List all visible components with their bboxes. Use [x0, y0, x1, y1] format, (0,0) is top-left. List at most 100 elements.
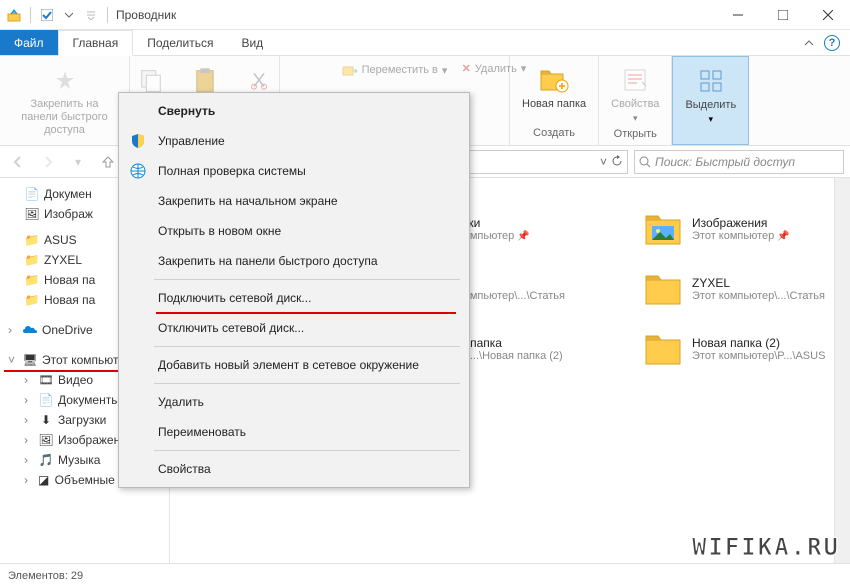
context-menu-label: Открыть в новом окне	[158, 224, 281, 238]
up-button[interactable]	[96, 150, 120, 174]
separator	[107, 7, 108, 23]
overflow-icon[interactable]	[83, 7, 99, 23]
maximize-button[interactable]	[760, 0, 805, 30]
folder-path: Этот компьютер 📌	[692, 230, 790, 242]
pin-icon	[49, 64, 81, 96]
group-label-new: Создать	[533, 127, 575, 141]
folder-icon: 📁	[24, 272, 40, 288]
shield-icon	[128, 131, 148, 151]
context-menu-item[interactable]: Свернуть	[122, 96, 466, 126]
help-icon[interactable]: ?	[824, 35, 840, 51]
item-count: Элементов: 29	[8, 570, 83, 582]
chevron-down-icon: ▾	[442, 64, 448, 77]
context-menu-item[interactable]: Удалить	[122, 387, 466, 417]
watermark: WIFIKA.RU	[692, 533, 840, 561]
status-bar: Элементов: 29	[0, 563, 850, 587]
context-menu-item[interactable]: Свойства	[122, 454, 466, 484]
ribbon-group-select: Выделить ▾	[672, 56, 749, 145]
blank-icon	[128, 355, 148, 375]
recent-dropdown[interactable]: ▾	[66, 150, 90, 174]
context-menu-item[interactable]: Полная проверка системы	[122, 156, 466, 186]
ribbon-tabs: Файл Главная Поделиться Вид ?	[0, 30, 850, 56]
blank-icon	[128, 191, 148, 211]
blank-icon	[128, 392, 148, 412]
chevron-down-icon: ▾	[709, 114, 714, 125]
refresh-icon[interactable]	[611, 155, 623, 169]
context-menu-label: Управление	[158, 134, 225, 148]
tab-view[interactable]: Вид	[227, 30, 277, 55]
context-menu-label: Закрепить на панели быстрого доступа	[158, 254, 378, 268]
context-menu-item[interactable]: Закрепить на панели быстрого доступа	[122, 246, 466, 276]
video-icon: 🎞	[38, 372, 54, 388]
context-menu-item[interactable]: Закрепить на начальном экране	[122, 186, 466, 216]
quick-access-toolbar	[0, 7, 105, 23]
blank-icon	[128, 422, 148, 442]
search-box[interactable]: Поиск: Быстрый доступ	[634, 150, 844, 174]
close-button[interactable]	[805, 0, 850, 30]
context-menu-item[interactable]: Открыть в новом окне	[122, 216, 466, 246]
context-menu-separator	[154, 346, 460, 347]
blank-icon	[128, 101, 148, 121]
ribbon-group-clipboard: Закрепить на панели быстрого доступа	[0, 56, 130, 145]
document-icon: 📄	[38, 392, 54, 408]
context-menu-item[interactable]: Подключить сетевой диск...	[122, 283, 466, 313]
computer-icon: 🖥	[22, 352, 38, 368]
search-icon	[639, 156, 651, 168]
folder-item[interactable]: Новая папка (2) Этот компьютер\P...\ASUS	[642, 328, 834, 370]
chevron-right-icon[interactable]: ›	[8, 323, 18, 337]
context-menu-label: Удалить	[158, 395, 204, 409]
context-menu-separator	[154, 383, 460, 384]
downloads-icon: ⬇	[38, 412, 54, 428]
chevron-down-icon[interactable]: ˅	[8, 353, 18, 367]
context-menu-item[interactable]: Добавить новый элемент в сетевое окружен…	[122, 350, 466, 380]
select-button[interactable]: Выделить ▾	[681, 61, 740, 129]
minimize-button[interactable]	[715, 0, 760, 30]
context-menu-label: Переименовать	[158, 425, 246, 439]
onedrive-icon	[22, 322, 38, 338]
context-menu-item[interactable]: Отключить сетевой диск...	[122, 313, 466, 343]
folder-icon: 📁	[24, 232, 40, 248]
title-bar: Проводник	[0, 0, 850, 30]
context-menu-label: Подключить сетевой диск...	[158, 291, 311, 305]
pictures-icon: 🖼	[24, 206, 40, 222]
pin-to-quick-access-button[interactable]: Закрепить на панели быстрого доступа	[8, 60, 121, 142]
move-icon	[342, 62, 358, 78]
window-controls	[715, 0, 850, 30]
pin-icon: 📌	[517, 231, 529, 242]
folder-item[interactable]: Изображения Этот компьютер 📌	[642, 208, 834, 250]
group-label-open: Открыть	[614, 128, 657, 142]
new-folder-button[interactable]: Новая папка	[518, 60, 590, 115]
context-menu: Свернуть Управление Полная проверка систем…	[118, 92, 470, 488]
pin-icon: 📌	[777, 231, 789, 242]
ribbon-group-new: Новая папка Создать	[510, 56, 599, 145]
select-label: Выделить	[685, 99, 736, 112]
tab-home[interactable]: Главная	[58, 30, 134, 56]
vertical-scrollbar[interactable]	[834, 178, 850, 563]
tab-share[interactable]: Поделиться	[133, 30, 227, 55]
delete-icon: ✕	[462, 62, 471, 75]
chevron-up-icon[interactable]	[804, 38, 814, 48]
pictures-icon: 🖼	[38, 432, 54, 448]
context-menu-label: Отключить сетевой диск...	[158, 321, 304, 335]
dropdown-icon[interactable]	[61, 7, 77, 23]
folder-icon	[642, 328, 684, 370]
back-button[interactable]	[6, 150, 30, 174]
tab-file[interactable]: Файл	[0, 30, 58, 55]
checkbox-icon[interactable]	[39, 7, 55, 23]
explorer-icon	[6, 7, 22, 23]
folder-item[interactable]: ZYXEL Этот компьютер\...\Статья	[642, 268, 834, 310]
move-to-button[interactable]: Переместить в ▾	[338, 60, 452, 80]
folder-icon	[642, 268, 684, 310]
context-menu-item[interactable]: Управление	[122, 126, 466, 156]
folder-name: ZYXEL	[692, 276, 825, 290]
folder-path: Этот компьютер\P...\ASUS	[692, 350, 825, 362]
folder-name: Изображения	[692, 216, 790, 230]
new-folder-label: Новая папка	[522, 98, 586, 111]
context-menu-label: Свойства	[158, 462, 211, 476]
context-menu-item[interactable]: Переименовать	[122, 417, 466, 447]
chevron-down-icon[interactable]: ˅	[600, 155, 607, 169]
ribbon-group-open: Свойства ▾ Открыть	[599, 56, 672, 145]
blank-icon	[128, 251, 148, 271]
properties-button[interactable]: Свойства ▾	[607, 60, 663, 128]
forward-button[interactable]	[36, 150, 60, 174]
